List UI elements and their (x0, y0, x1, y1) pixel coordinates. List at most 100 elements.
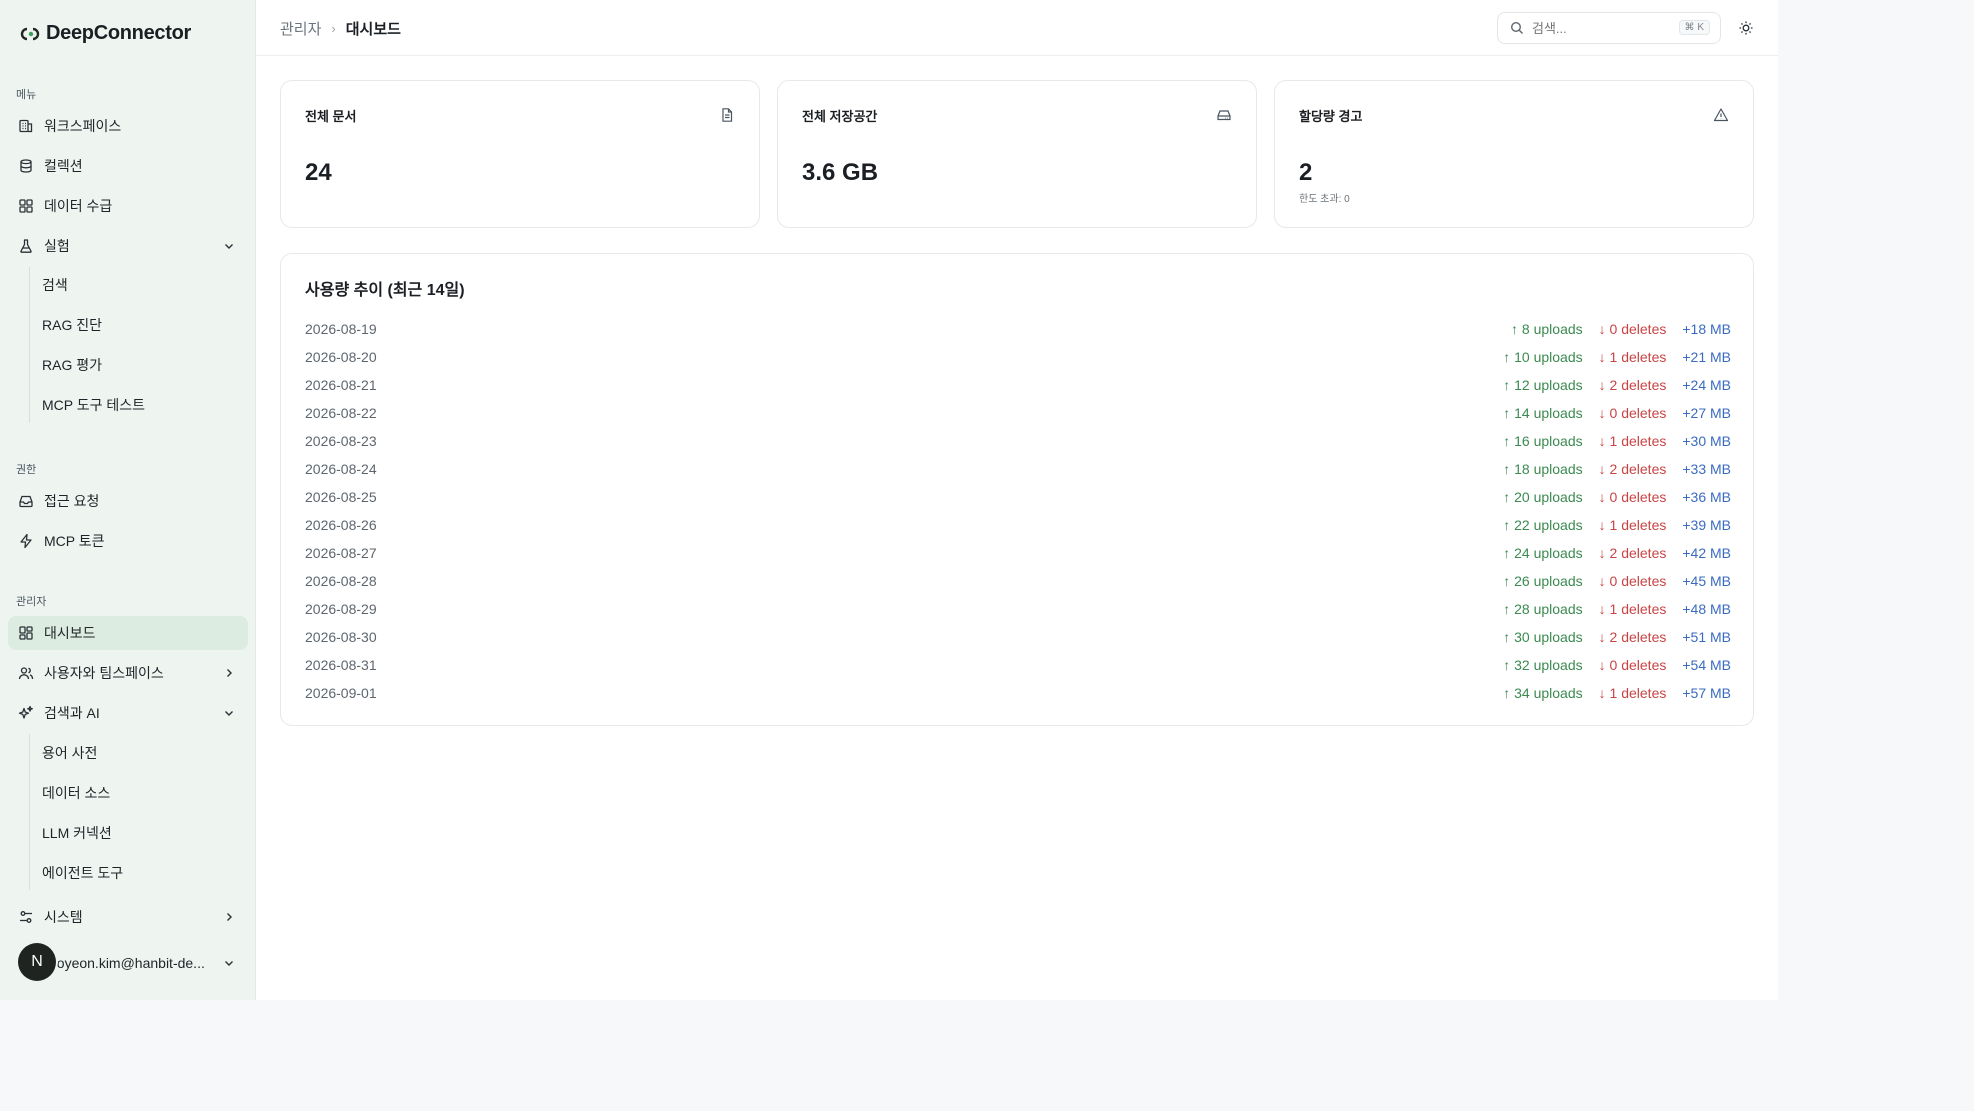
flask-icon (18, 238, 34, 254)
usage-date: 2026-08-31 (305, 657, 377, 673)
sidebar-subitem-search[interactable]: 검색 (32, 268, 248, 302)
usage-stats: ↑ 18 uploads ↓ 2 deletes +33 MB (1503, 461, 1731, 477)
sidebar-item-mcp-token[interactable]: MCP 토큰 (8, 524, 248, 558)
size-delta: +30 MB (1682, 433, 1731, 449)
search-box[interactable]: ⌘ K (1497, 12, 1721, 44)
upload-count: ↑ 32 uploads (1503, 657, 1583, 673)
list-item: 2026-08-22 ↑ 14 uploads ↓ 0 deletes +27 MB (305, 399, 1731, 427)
page-title: 대시보드 (345, 21, 401, 38)
usage-stats: ↑ 8 uploads ↓ 0 deletes +18 MB (1511, 321, 1731, 337)
sidebar-subitem-rag-evaluation[interactable]: RAG 평가 (32, 348, 248, 382)
delete-count: ↓ 2 deletes (1598, 461, 1667, 477)
sidebar-item-workspace[interactable]: 워크스페이스 (8, 109, 248, 143)
breadcrumb-separator-icon: › (331, 21, 336, 36)
usage-stats: ↑ 14 uploads ↓ 0 deletes +27 MB (1503, 405, 1731, 421)
sidebar-item-users-teamspaces[interactable]: 사용자와 팀스페이스 (8, 656, 248, 690)
user-email: seoyeon.kim@hanbit-de... (42, 955, 205, 971)
delete-count: ↓ 1 deletes (1598, 685, 1667, 701)
sidebar-subitem-agent-tools[interactable]: 에이전트 도구 (32, 856, 248, 890)
size-delta: +36 MB (1682, 489, 1731, 505)
usage-stats: ↑ 20 uploads ↓ 0 deletes +36 MB (1503, 489, 1731, 505)
delete-count: ↓ 1 deletes (1598, 433, 1667, 449)
list-item: 2026-08-26 ↑ 22 uploads ↓ 1 deletes +39 MB (305, 511, 1731, 539)
delete-count: ↓ 1 deletes (1598, 601, 1667, 617)
sidebar-subitem-mcp-tool-test[interactable]: MCP 도구 테스트 (32, 388, 248, 422)
upload-count: ↑ 30 uploads (1503, 629, 1583, 645)
sidebar-item-label: 사용자와 팀스페이스 (44, 665, 164, 681)
usage-date: 2026-08-24 (305, 461, 377, 477)
upload-count: ↑ 12 uploads (1503, 377, 1583, 393)
usage-date: 2026-08-26 (305, 517, 377, 533)
delete-count: ↓ 1 deletes (1598, 349, 1667, 365)
delete-count: ↓ 0 deletes (1598, 657, 1667, 673)
list-item: 2026-08-27 ↑ 24 uploads ↓ 2 deletes +42 MB (305, 539, 1731, 567)
delete-count: ↓ 2 deletes (1598, 545, 1667, 561)
upload-count: ↑ 10 uploads (1503, 349, 1583, 365)
search-icon (1510, 21, 1523, 34)
usage-stats: ↑ 24 uploads ↓ 2 deletes +42 MB (1503, 545, 1731, 561)
size-delta: +45 MB (1682, 573, 1731, 589)
list-item: 2026-08-25 ↑ 20 uploads ↓ 0 deletes +36 MB (305, 483, 1731, 511)
usage-date: 2026-08-21 (305, 377, 377, 393)
sidebar-item-experiment[interactable]: 실험 (8, 229, 248, 263)
size-delta: +39 MB (1682, 517, 1731, 533)
size-delta: +21 MB (1682, 349, 1731, 365)
delete-count: ↓ 1 deletes (1598, 517, 1667, 533)
theme-toggle-button[interactable] (1734, 16, 1758, 40)
usage-stats: ↑ 26 uploads ↓ 0 deletes +45 MB (1503, 573, 1731, 589)
sidebar-item-system[interactable]: 시스템 (8, 900, 248, 934)
usage-stats: ↑ 32 uploads ↓ 0 deletes +54 MB (1503, 657, 1731, 673)
sidebar-subitem-data-sources[interactable]: 데이터 소스 (32, 776, 248, 810)
sidebar-item-search-ai[interactable]: 검색과 AI (8, 696, 248, 730)
sidebar-subitem-rag-diagnosis[interactable]: RAG 진단 (32, 308, 248, 342)
search-shortcut: ⌘ K (1678, 20, 1710, 35)
settings-sliders-icon (18, 909, 34, 925)
size-delta: +51 MB (1682, 629, 1731, 645)
sidebar-item-dashboard[interactable]: 대시보드 (8, 616, 248, 650)
section-label-menu: 메뉴 (16, 89, 37, 101)
search-input[interactable] (1532, 20, 1662, 36)
sidebar-item-data-ingest[interactable]: 데이터 수급 (8, 189, 248, 223)
sidebar-item-label: 데이터 수급 (44, 198, 113, 214)
sidebar-subitem-glossary[interactable]: 용어 사전 (32, 736, 248, 770)
usage-title: 사용량 추이 (최근 14일) (305, 282, 465, 299)
size-delta: +42 MB (1682, 545, 1731, 561)
dashboard-icon (18, 625, 34, 641)
delete-count: ↓ 2 deletes (1598, 629, 1667, 645)
list-item: 2026-08-28 ↑ 26 uploads ↓ 0 deletes +45 MB (305, 567, 1731, 595)
sidebar-item-label: 컬렉션 (44, 158, 83, 174)
sidebar-item-label: 시스템 (44, 909, 83, 925)
sidebar-item-label: 대시보드 (44, 625, 96, 641)
delete-count: ↓ 0 deletes (1598, 405, 1667, 421)
chevron-down-icon (225, 961, 233, 966)
chevron-right-icon (227, 669, 232, 677)
usage-date: 2026-08-19 (305, 321, 377, 337)
sidebar-subitem-llm-connections[interactable]: LLM 커넥션 (32, 816, 248, 850)
stat-card-value: 3.6 GB (802, 159, 879, 186)
logo[interactable]: DeepConnector (20, 22, 191, 45)
file-icon (722, 108, 733, 122)
sun-icon (1739, 21, 1753, 35)
app-name: DeepConnector (46, 22, 192, 44)
size-delta: +48 MB (1682, 601, 1731, 617)
upload-count: ↑ 8 uploads (1511, 321, 1583, 337)
upload-count: ↑ 16 uploads (1503, 433, 1583, 449)
size-delta: +27 MB (1682, 405, 1731, 421)
sidebar-item-collection[interactable]: 컬렉션 (8, 149, 248, 183)
upload-count: ↑ 14 uploads (1503, 405, 1583, 421)
grid-icon (18, 198, 34, 214)
delete-count: ↓ 0 deletes (1598, 573, 1667, 589)
usage-stats: ↑ 10 uploads ↓ 1 deletes +21 MB (1503, 349, 1731, 365)
stat-card-total-documents: 전체 문서 24 (280, 80, 760, 228)
list-item: 2026-08-19 ↑ 8 uploads ↓ 0 deletes +18 MB (305, 315, 1731, 343)
usage-stats: ↑ 22 uploads ↓ 1 deletes +39 MB (1503, 517, 1731, 533)
usage-stats: ↑ 28 uploads ↓ 1 deletes +48 MB (1503, 601, 1731, 617)
upload-count: ↑ 24 uploads (1503, 545, 1583, 561)
avatar[interactable]: N (18, 943, 56, 981)
breadcrumb-parent[interactable]: 관리자 (280, 18, 321, 39)
sidebar-item-access-request[interactable]: 접근 요청 (8, 484, 248, 518)
usage-trend-panel: 사용량 추이 (최근 14일) 2026-08-19 ↑ 8 uploads ↓ 0… (280, 253, 1754, 726)
usage-list: 2026-08-19 ↑ 8 uploads ↓ 0 deletes +18 MB 20… (305, 315, 1731, 707)
usage-stats: ↑ 12 uploads ↓ 2 deletes +24 MB (1503, 377, 1731, 393)
usage-date: 2026-08-28 (305, 573, 377, 589)
